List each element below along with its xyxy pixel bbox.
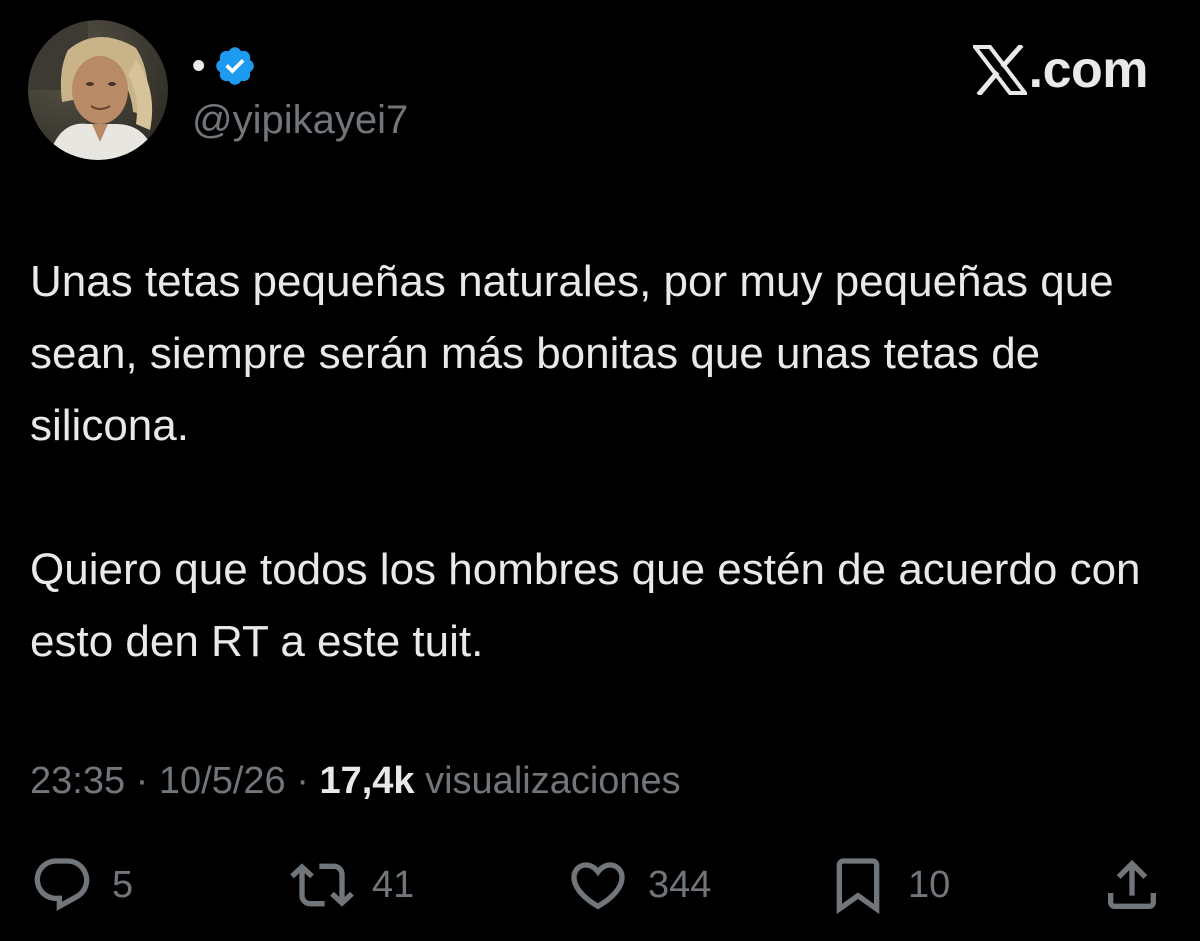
- x-logo-icon: [972, 45, 1027, 95]
- reply-button[interactable]: 5: [30, 850, 133, 920]
- verified-badge-icon: [216, 47, 255, 85]
- bookmark-button[interactable]: 10: [826, 850, 950, 920]
- author-name-row: •: [192, 44, 257, 88]
- reply-icon: [34, 858, 90, 911]
- tweet-paragraph: Quiero que todos los hombres que estén d…: [30, 545, 1141, 666]
- tweet-paragraph: Unas tetas pequeñas naturales, por muy p…: [30, 257, 1114, 450]
- retweet-icon: [290, 863, 354, 907]
- tweet-date[interactable]: 10/5/26: [159, 760, 286, 802]
- brand-text: .com: [1028, 41, 1149, 99]
- views-label: visualizaciones: [425, 760, 681, 802]
- meta-separator: ·: [296, 760, 309, 802]
- reply-count: 5: [112, 864, 134, 906]
- tweet-meta: 23:35 · 10/5/26 · 17,4k visualizaciones: [30, 756, 681, 806]
- meta-separator: ·: [135, 760, 149, 802]
- retweet-count: 41: [372, 864, 415, 906]
- action-bar: 5 41 344 10: [0, 850, 1200, 920]
- author-display-name[interactable]: •: [192, 47, 205, 85]
- share-button[interactable]: [1100, 850, 1164, 920]
- like-count: 344: [648, 864, 712, 906]
- avatar-photo: [28, 20, 168, 160]
- like-button[interactable]: 344: [566, 850, 711, 920]
- tweet-time[interactable]: 23:35: [30, 760, 125, 802]
- retweet-button[interactable]: 41: [290, 850, 414, 920]
- avatar[interactable]: [28, 20, 168, 160]
- heart-icon: [571, 862, 625, 910]
- author-handle[interactable]: @yipikayei7: [192, 100, 408, 140]
- brand-watermark: .com: [972, 41, 1149, 99]
- tweet-text: Unas tetas pequeñas naturales, por muy p…: [30, 246, 1175, 678]
- views-count: 17,4k: [319, 760, 415, 802]
- tweet-card: • @yipikayei7 .com Unas tetas pequeñas n…: [0, 0, 1200, 941]
- bookmark-count: 10: [908, 864, 951, 906]
- bookmark-icon: [836, 858, 880, 915]
- share-icon: [1108, 859, 1156, 909]
